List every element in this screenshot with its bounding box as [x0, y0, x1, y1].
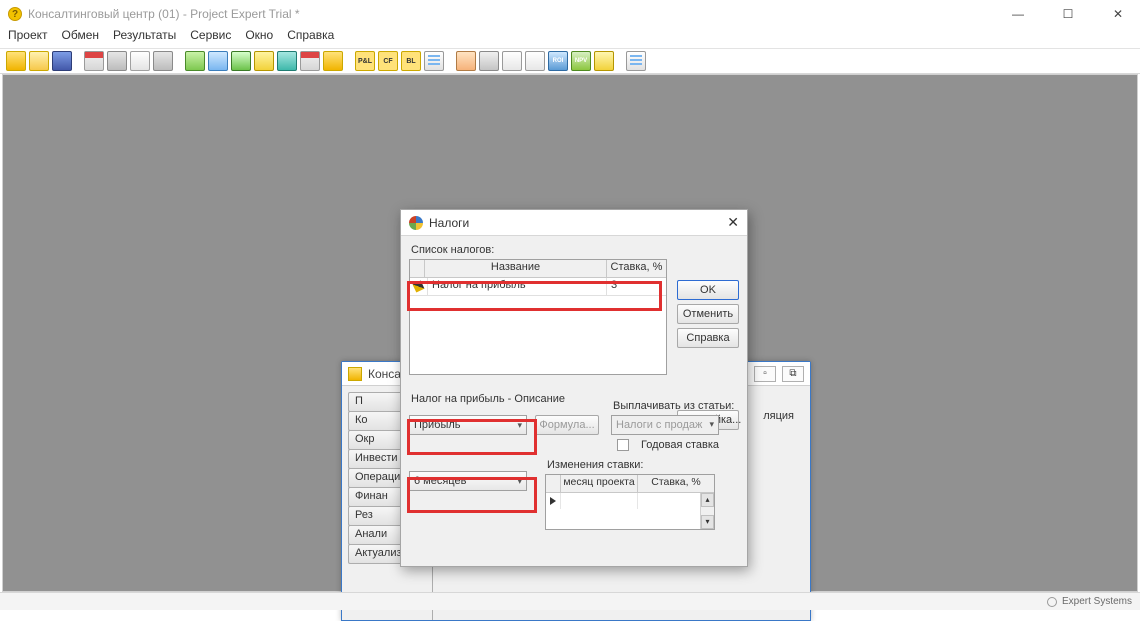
- base-combo[interactable]: Прибыль ▾: [409, 415, 527, 435]
- tb-npv-icon[interactable]: NPV: [571, 51, 591, 71]
- app-titlebar: ? Консалтинговый центр (01) - Project Ex…: [0, 0, 1140, 28]
- app-title: Консалтинговый центр (01) - Project Expe…: [28, 7, 300, 21]
- formula-button[interactable]: Формула...: [535, 415, 599, 435]
- app-icon: ?: [8, 7, 22, 21]
- edit-icon: [413, 281, 425, 293]
- chevron-down-icon: ▾: [709, 419, 714, 430]
- tax-row[interactable]: Налог на прибыль 3: [410, 278, 666, 296]
- row-marker-icon: [550, 497, 556, 505]
- help-button[interactable]: Справка: [677, 328, 739, 348]
- menu-service[interactable]: Сервис: [190, 28, 231, 48]
- cancel-button[interactable]: Отменить: [677, 304, 739, 324]
- mdi-workspace: Консал ▫ ⧉ П Ко Окр Инвести Операци Фина…: [2, 74, 1138, 592]
- tb-new-icon[interactable]: [6, 51, 26, 71]
- col-name: Название: [424, 260, 606, 277]
- tb-sheet-icon[interactable]: [626, 51, 646, 71]
- tb-printer-icon[interactable]: [153, 51, 173, 71]
- tb-calendar-icon[interactable]: [84, 51, 104, 71]
- col-month: месяц проекта: [560, 475, 637, 492]
- menu-exchange[interactable]: Обмен: [62, 28, 100, 48]
- paidfrom-value: Налоги с продаж: [616, 419, 702, 431]
- col-rate: Ставка, %: [606, 260, 666, 277]
- tb-chart-icon[interactable]: [231, 51, 251, 71]
- dialog-close-button[interactable]: ✕: [727, 214, 739, 231]
- menu-window[interactable]: Окно: [245, 28, 273, 48]
- toolbar: P&L CF BL ROI NPV: [0, 48, 1140, 74]
- tb-table-icon[interactable]: [208, 51, 228, 71]
- menu-results[interactable]: Результаты: [113, 28, 176, 48]
- scroll-down-icon[interactable]: ▾: [701, 515, 714, 529]
- tb-save-icon[interactable]: [52, 51, 72, 71]
- taxes-dialog: Налоги ✕ Список налогов: Название Ставка…: [400, 209, 748, 567]
- tb-memo-icon[interactable]: [594, 51, 614, 71]
- mdi-window-icon: [348, 367, 362, 381]
- menu-help[interactable]: Справка: [287, 28, 334, 48]
- window-buttons: — ☐ ✕: [1004, 7, 1132, 21]
- minimize-button[interactable]: —: [1004, 7, 1032, 21]
- tb-open-icon[interactable]: [29, 51, 49, 71]
- annual-checkbox[interactable]: [617, 439, 629, 451]
- dialog-title: Налоги: [429, 216, 469, 230]
- base-combo-value: Прибыль: [414, 419, 461, 431]
- tb-preview-icon[interactable]: [130, 51, 150, 71]
- chevron-down-icon: ▾: [517, 420, 522, 431]
- period-combo[interactable]: 6 месяцев ▾: [409, 471, 527, 491]
- tb-cf-icon[interactable]: CF: [378, 51, 398, 71]
- annual-label: Годовая ставка: [641, 439, 719, 451]
- scroll-up-icon[interactable]: ▴: [701, 493, 714, 507]
- rate-change-table[interactable]: месяц проекта Ставка, % ▴ ▾: [545, 474, 715, 530]
- paidfrom-combo: Налоги с продаж ▾: [611, 415, 719, 435]
- tb-image2-icon[interactable]: [525, 51, 545, 71]
- ok-button[interactable]: OK: [677, 280, 739, 300]
- tax-rate-cell[interactable]: 3: [606, 278, 666, 295]
- scrollbar[interactable]: ▴ ▾: [700, 493, 714, 529]
- tax-list-label: Список налогов:: [411, 244, 739, 256]
- tb-image-icon[interactable]: [502, 51, 522, 71]
- tb-run-icon[interactable]: [185, 51, 205, 71]
- statusbar: Expert Systems: [0, 592, 1140, 610]
- tb-db-icon[interactable]: [277, 51, 297, 71]
- col-rate2: Ставка, %: [637, 475, 714, 492]
- mdi-restore-button[interactable]: ▫: [754, 366, 776, 382]
- menubar: Проект Обмен Результаты Сервис Окно Спра…: [0, 28, 1140, 48]
- dialog-icon: [409, 216, 423, 230]
- period-value: 6 месяцев: [414, 475, 466, 487]
- tb-roi-icon[interactable]: ROI: [548, 51, 568, 71]
- tb-sched-icon[interactable]: [300, 51, 320, 71]
- tb-folder-icon[interactable]: [323, 51, 343, 71]
- menu-project[interactable]: Проект: [8, 28, 48, 48]
- status-link[interactable]: Expert Systems: [1062, 596, 1132, 607]
- status-icon: [1047, 597, 1057, 607]
- close-button[interactable]: ✕: [1104, 7, 1132, 21]
- tb-pl-icon[interactable]: P&L: [355, 51, 375, 71]
- tb-grid-icon[interactable]: [424, 51, 444, 71]
- change-label: Изменения ставки:: [547, 459, 715, 471]
- tb-notes-icon[interactable]: [254, 51, 274, 71]
- tax-name-cell[interactable]: Налог на прибыль: [427, 278, 606, 295]
- tb-print-icon[interactable]: [107, 51, 127, 71]
- maximize-button[interactable]: ☐: [1054, 7, 1082, 21]
- dialog-titlebar: Налоги ✕: [401, 210, 747, 236]
- tb-user-icon[interactable]: [456, 51, 476, 71]
- chevron-down-icon: ▾: [517, 476, 522, 487]
- mdi-close-button[interactable]: ⧉: [782, 366, 804, 382]
- tb-search-icon[interactable]: [479, 51, 499, 71]
- tb-bl-icon[interactable]: BL: [401, 51, 421, 71]
- tax-table[interactable]: Название Ставка, % Налог на прибыль 3: [409, 259, 667, 375]
